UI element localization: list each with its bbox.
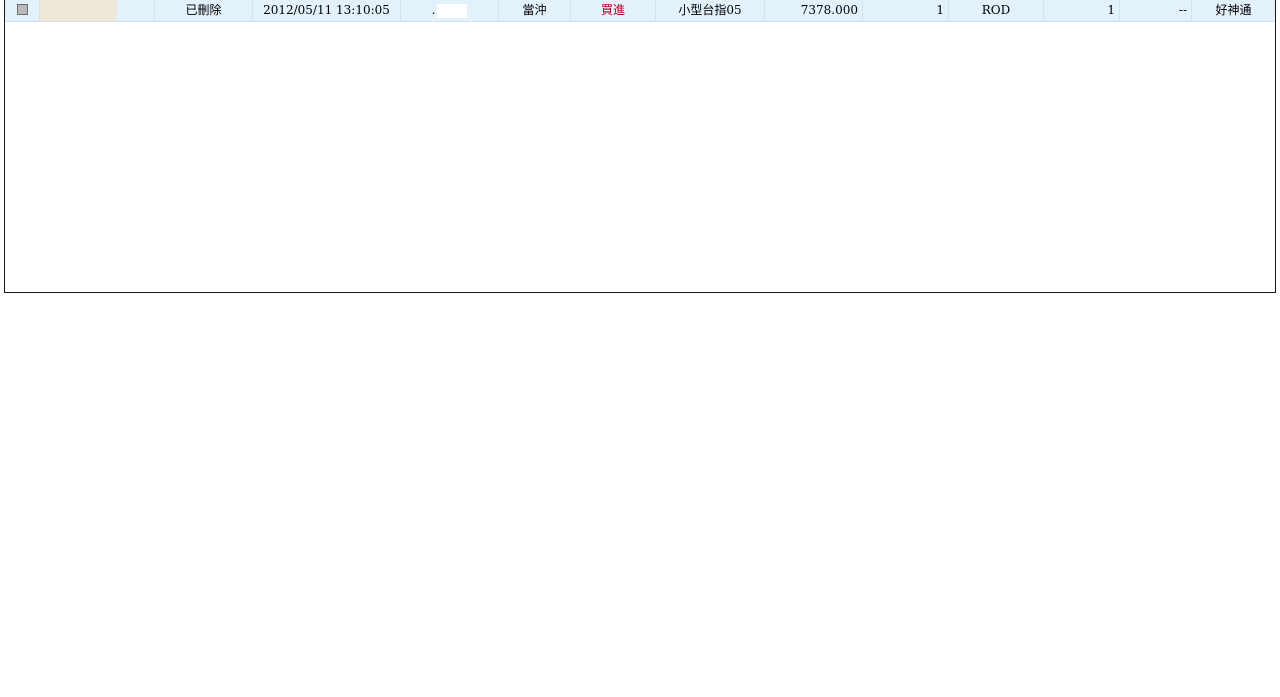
order-source: 好神通 [1215, 3, 1252, 17]
order-quantity: 1 [863, 0, 949, 21]
account-masked: . [431, 3, 436, 17]
redacted-block [437, 3, 468, 18]
product-name: 小型台指05 [656, 0, 765, 21]
order-status: 已刪除 [155, 0, 253, 21]
row-checkbox[interactable] [17, 4, 28, 15]
empty-cell [117, 0, 155, 21]
time-in-force: ROD [949, 0, 1044, 21]
order-datetime: 2012/05/11 13:10:05 [253, 0, 401, 21]
order-side: 買進 [571, 0, 656, 21]
account-cell: . [401, 0, 499, 21]
color-tag [40, 0, 117, 21]
order-type: 當沖 [499, 0, 571, 21]
checkbox-cell [5, 0, 40, 21]
table-row[interactable]: 已刪除 2012/05/11 13:10:05 . 當沖 買進 小型台指05 7… [5, 0, 1275, 22]
orders-panel: 已刪除 2012/05/11 13:10:05 . 當沖 買進 小型台指05 7… [4, 0, 1276, 293]
filled-quantity: 1 [1044, 0, 1120, 21]
order-price: 7378.000 [765, 0, 863, 21]
extra-value: -- [1120, 0, 1192, 21]
